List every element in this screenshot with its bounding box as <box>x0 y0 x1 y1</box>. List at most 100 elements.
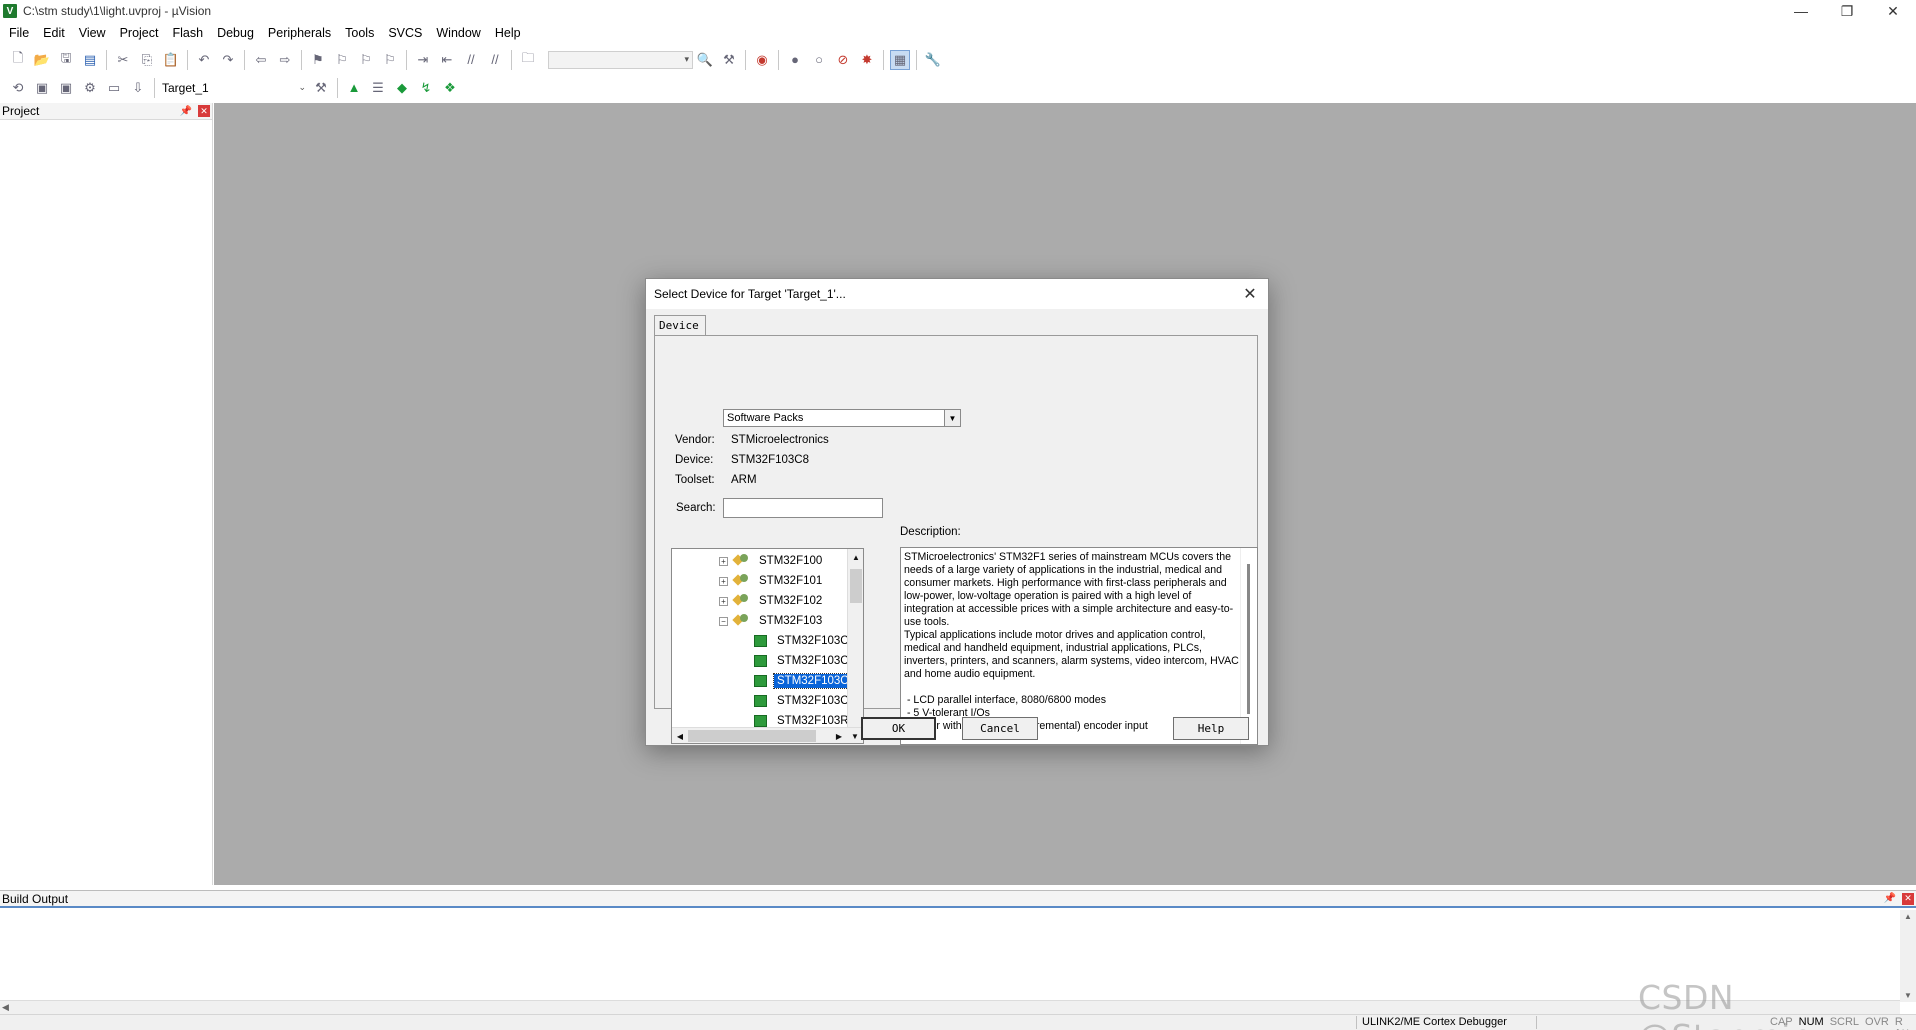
menu-edit[interactable]: Edit <box>36 26 72 40</box>
build-output-horizontal-scrollbar[interactable]: ◀ <box>0 1000 1900 1014</box>
stop-build-icon[interactable]: ▭ <box>104 78 124 98</box>
tree-item-family[interactable]: + STM32F101 <box>719 572 825 590</box>
redo-icon[interactable]: ↷ <box>218 50 238 70</box>
paste-icon[interactable]: 📋 <box>161 50 181 70</box>
next-bookmark-icon[interactable]: ⚐ <box>356 50 376 70</box>
scroll-down-icon[interactable]: ▼ <box>848 729 862 743</box>
manage-project-items-icon[interactable]: ▲ <box>344 78 364 98</box>
scroll-left-icon[interactable]: ◀ <box>673 729 687 743</box>
tree-horizontal-scrollbar[interactable]: ◀ ▶ ▼ <box>672 727 863 743</box>
tree-item-device[interactable]: STM32F103C4 <box>754 632 858 650</box>
toolbar-divider <box>244 49 245 70</box>
menu-view[interactable]: View <box>72 26 113 40</box>
unindent-icon[interactable]: ⇤ <box>437 50 457 70</box>
debug-session-icon[interactable]: ◉ <box>752 50 772 70</box>
batch-build-icon[interactable]: ⚙ <box>80 78 100 98</box>
kill-breakpoints-icon[interactable]: ✸ <box>857 50 877 70</box>
tree-item-label: STM32F103C8 <box>773 673 859 689</box>
tree-item-family[interactable]: − STM32F103 <box>719 612 825 630</box>
expand-icon[interactable]: + <box>719 556 728 566</box>
save-all-icon[interactable]: ▤ <box>80 50 100 70</box>
enable-breakpoint-icon[interactable]: ○ <box>809 50 829 70</box>
window-layout-icon[interactable]: ▦ <box>890 49 910 70</box>
pin-icon[interactable]: 📌 <box>1884 893 1896 904</box>
undo-icon[interactable]: ↶ <box>194 50 214 70</box>
insert-bookmark-icon[interactable]: ⚑ <box>308 50 328 70</box>
uncomment-icon[interactable]: // <box>485 50 505 70</box>
tree-vertical-scrollbar[interactable]: ▲ <box>847 549 863 727</box>
cut-icon[interactable]: ✂ <box>113 50 133 70</box>
configure-icon[interactable]: 🔧 <box>923 50 943 70</box>
menu-window[interactable]: Window <box>429 26 487 40</box>
menu-debug[interactable]: Debug <box>210 26 261 40</box>
menu-help[interactable]: Help <box>488 26 528 40</box>
insert-breakpoint-icon[interactable]: ● <box>785 50 805 70</box>
dialog-title-bar: Select Device for Target 'Target_1'... ✕ <box>646 279 1268 309</box>
manage-run-time-environment-icon[interactable]: ◆ <box>392 78 412 98</box>
find-icon[interactable]: 🔍 <box>695 50 715 70</box>
scroll-up-icon[interactable]: ▲ <box>1904 912 1912 921</box>
navigate-back-icon[interactable]: ⇦ <box>251 50 271 70</box>
expand-icon[interactable]: + <box>719 596 728 606</box>
save-icon[interactable]: 🖫 <box>56 50 76 70</box>
scroll-up-icon[interactable]: ▲ <box>849 550 863 564</box>
close-icon[interactable]: ✕ <box>1902 892 1914 905</box>
minimize-button[interactable]: — <box>1778 0 1824 22</box>
navigate-forward-icon[interactable]: ⇨ <box>275 50 295 70</box>
tree-item-family[interactable]: + STM32F100 <box>719 552 825 570</box>
disable-breakpoints-icon[interactable]: ⊘ <box>833 50 853 70</box>
select-packs-icon[interactable]: ☰ <box>368 78 388 98</box>
close-icon[interactable]: ✕ <box>198 105 210 117</box>
open-file-icon[interactable]: 📂 <box>32 50 52 70</box>
chevron-down-icon[interactable]: ▼ <box>944 410 960 426</box>
tree-item-device[interactable]: STM32F103CB <box>754 692 859 710</box>
device-source-value: Software Packs <box>727 412 804 424</box>
previous-bookmark-icon[interactable]: ⚐ <box>332 50 352 70</box>
software-components-icon[interactable]: ❖ <box>440 78 460 98</box>
scroll-thumb[interactable] <box>688 730 816 742</box>
cancel-button[interactable]: Cancel <box>962 717 1038 740</box>
build-icon[interactable]: ▣ <box>32 78 52 98</box>
collapse-icon[interactable]: − <box>719 616 728 626</box>
scroll-thumb[interactable] <box>850 569 862 603</box>
search-input[interactable] <box>723 498 883 518</box>
tree-item-family[interactable]: + STM32F102 <box>719 592 825 610</box>
close-window-button[interactable]: ✕ <box>1870 0 1916 22</box>
comment-icon[interactable]: // <box>461 50 481 70</box>
menu-tools[interactable]: Tools <box>338 26 381 40</box>
device-tree[interactable]: + STM32F100 + STM32F101 + STM32F102 − ST… <box>671 548 864 744</box>
new-file-icon[interactable]: 🗋 <box>8 50 28 70</box>
menu-file[interactable]: File <box>2 26 36 40</box>
expand-icon[interactable]: + <box>719 576 728 586</box>
description-scrollbar[interactable] <box>1240 548 1257 744</box>
menu-flash[interactable]: Flash <box>165 26 210 40</box>
scroll-right-icon[interactable]: ▶ <box>832 729 846 743</box>
device-source-select[interactable]: Software Packs ▼ <box>723 409 961 427</box>
clear-bookmarks-icon[interactable]: ⚐ <box>380 50 400 70</box>
indent-icon[interactable]: ⇥ <box>413 50 433 70</box>
pack-installer-icon[interactable]: ↯ <box>416 78 436 98</box>
menu-svcs[interactable]: SVCS <box>381 26 429 40</box>
tree-item-device-selected[interactable]: STM32F103C8 <box>754 672 859 690</box>
target-select[interactable]: Target_1 ⌄ <box>159 78 309 97</box>
target-options-icon[interactable]: ⚒ <box>311 78 331 98</box>
download-icon[interactable]: ⇩ <box>128 78 148 98</box>
scroll-left-icon[interactable]: ◀ <box>2 1002 9 1013</box>
status-debugger: ULINK2/ME Cortex Debugger <box>1362 1016 1507 1028</box>
close-icon[interactable]: ✕ <box>1240 284 1260 304</box>
menu-peripherals[interactable]: Peripherals <box>261 26 338 40</box>
menu-project[interactable]: Project <box>113 26 166 40</box>
find-in-files-icon[interactable]: 🗀 <box>518 50 538 70</box>
pin-icon[interactable]: 📌 <box>180 106 192 117</box>
find-combobox[interactable]: ▾ <box>548 50 693 69</box>
copy-icon[interactable]: ⎘ <box>137 50 157 70</box>
tab-device[interactable]: Device <box>654 315 706 336</box>
restore-button[interactable]: ❐ <box>1824 0 1870 22</box>
help-button[interactable]: Help <box>1173 717 1249 740</box>
scroll-thumb[interactable] <box>1247 564 1250 714</box>
rebuild-icon[interactable]: ▣ <box>56 78 76 98</box>
translate-icon[interactable]: ⟲ <box>8 78 28 98</box>
tree-item-device[interactable]: STM32F103C6 <box>754 652 858 670</box>
incremental-find-icon[interactable]: ⚒ <box>719 50 739 70</box>
ok-button[interactable]: OK <box>861 717 936 740</box>
